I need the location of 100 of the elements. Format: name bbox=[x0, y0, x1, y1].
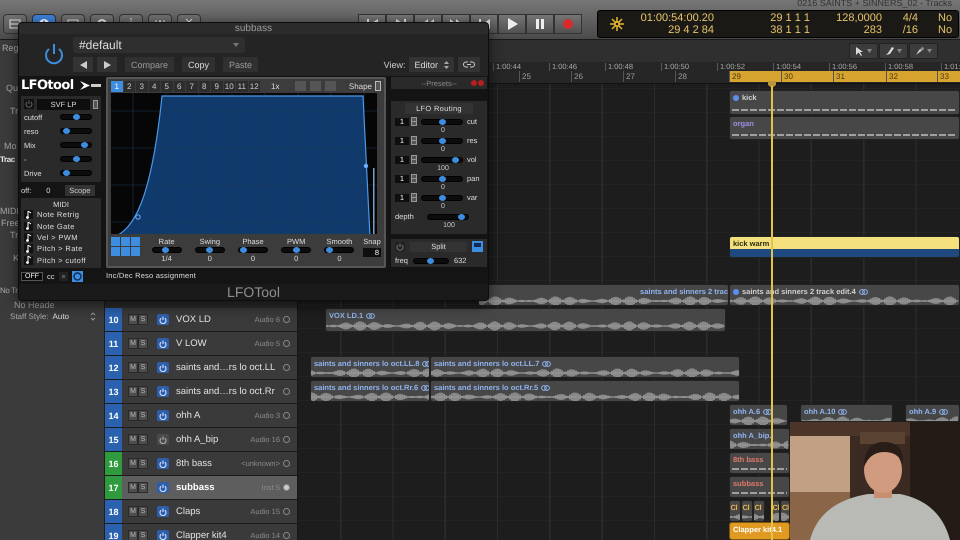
slider-thumb[interactable] bbox=[72, 114, 80, 120]
gear-icon[interactable] bbox=[610, 17, 624, 31]
midi-toggle[interactable] bbox=[24, 210, 33, 220]
slider-thumb[interactable] bbox=[438, 194, 446, 201]
next-button[interactable] bbox=[97, 57, 117, 72]
track-on-button[interactable] bbox=[157, 386, 169, 397]
tool-menu[interactable] bbox=[879, 43, 908, 59]
midi-toggle[interactable] bbox=[24, 233, 33, 242]
stepper-icon[interactable] bbox=[411, 136, 417, 146]
track-on-button[interactable] bbox=[157, 410, 169, 421]
slider-thumb[interactable] bbox=[458, 214, 465, 220]
slider[interactable] bbox=[427, 214, 469, 220]
slider-thumb[interactable] bbox=[438, 118, 446, 125]
previous-button[interactable] bbox=[73, 57, 93, 72]
slider[interactable] bbox=[412, 258, 449, 264]
slider-thumb[interactable] bbox=[427, 258, 434, 264]
slider[interactable] bbox=[60, 142, 92, 148]
staff-style-value[interactable]: Auto bbox=[52, 312, 90, 320]
graph-tab[interactable]: 7 bbox=[186, 80, 198, 92]
record-enable-icon[interactable] bbox=[283, 436, 290, 443]
slider-thumb[interactable] bbox=[63, 170, 70, 176]
split-view-icon[interactable] bbox=[472, 241, 483, 252]
link-button[interactable] bbox=[458, 57, 480, 72]
stepper-icon[interactable] bbox=[411, 117, 417, 126]
slider-thumb[interactable] bbox=[292, 247, 300, 254]
record-enable-icon[interactable] bbox=[283, 412, 290, 419]
graph-tab[interactable]: 10 bbox=[224, 80, 235, 92]
track-on-button[interactable] bbox=[157, 458, 169, 469]
stepper-icon[interactable] bbox=[90, 312, 96, 320]
slider-thumb[interactable] bbox=[240, 247, 248, 254]
track-on-button[interactable] bbox=[157, 530, 169, 540]
graph-tab[interactable]: 2 bbox=[124, 80, 135, 92]
slider[interactable] bbox=[60, 128, 92, 134]
circle-button-icon[interactable] bbox=[72, 271, 82, 282]
record-enable-icon[interactable] bbox=[283, 316, 290, 323]
slider[interactable] bbox=[194, 247, 225, 254]
cycle-area[interactable] bbox=[729, 71, 960, 82]
midi-toggle[interactable] bbox=[24, 222, 33, 231]
graph-tab[interactable]: 9 bbox=[211, 80, 222, 92]
view-dropdown[interactable]: Editor bbox=[409, 57, 454, 72]
transport-button[interactable] bbox=[498, 14, 526, 34]
graph-tab[interactable]: 12 bbox=[248, 80, 260, 92]
stepper-icon[interactable] bbox=[411, 174, 417, 184]
tool-menu[interactable] bbox=[909, 43, 938, 59]
stepper-icon[interactable] bbox=[411, 193, 417, 202]
slider[interactable] bbox=[60, 156, 92, 162]
record-enable-icon[interactable] bbox=[283, 340, 290, 347]
slider[interactable] bbox=[60, 170, 92, 176]
slider[interactable] bbox=[152, 247, 182, 254]
track-on-button[interactable] bbox=[157, 506, 169, 517]
square-icon[interactable] bbox=[58, 272, 68, 282]
slider-thumb[interactable] bbox=[438, 176, 446, 182]
slider-thumb[interactable] bbox=[162, 247, 170, 254]
graph-tab[interactable]: 6 bbox=[174, 80, 185, 92]
slider-thumb[interactable] bbox=[80, 142, 88, 148]
slider[interactable] bbox=[421, 156, 463, 163]
stepper-icon[interactable] bbox=[375, 81, 381, 92]
record-enable-icon[interactable] bbox=[283, 508, 290, 515]
slider[interactable] bbox=[281, 247, 312, 254]
slider[interactable] bbox=[60, 114, 92, 120]
track-on-button[interactable] bbox=[157, 434, 169, 445]
slider-thumb[interactable] bbox=[326, 247, 334, 254]
midi-toggle[interactable] bbox=[24, 256, 33, 265]
dot-icon[interactable] bbox=[471, 80, 477, 86]
record-enable-icon[interactable] bbox=[283, 364, 290, 371]
stepper-icon[interactable] bbox=[411, 155, 417, 164]
lfo-shape-drawing[interactable] bbox=[111, 92, 377, 234]
slider-thumb[interactable] bbox=[438, 138, 446, 144]
zoom-label[interactable]: 1x bbox=[271, 82, 291, 91]
record-enable-icon[interactable] bbox=[283, 532, 290, 539]
track-on-button[interactable] bbox=[157, 314, 169, 325]
header-button[interactable]: Copy bbox=[182, 57, 216, 72]
graph-tab[interactable]: 11 bbox=[236, 80, 248, 92]
dot-icon[interactable] bbox=[478, 80, 484, 86]
preset-field[interactable]: #default bbox=[73, 37, 245, 54]
tool-menu[interactable] bbox=[849, 43, 878, 59]
header-button[interactable]: Paste bbox=[223, 57, 258, 72]
header-button[interactable]: Compare bbox=[125, 57, 174, 72]
slider[interactable] bbox=[324, 247, 354, 254]
record-enable-icon[interactable] bbox=[283, 388, 290, 395]
midi-toggle[interactable] bbox=[24, 244, 33, 254]
track-on-button[interactable] bbox=[157, 362, 169, 373]
power-icon[interactable] bbox=[395, 242, 405, 252]
record-enable-icon[interactable] bbox=[283, 460, 290, 467]
graph-tab[interactable]: 1 bbox=[111, 80, 122, 92]
graph-tab[interactable]: 8 bbox=[198, 80, 210, 92]
slider[interactable] bbox=[421, 138, 463, 144]
slider-thumb[interactable] bbox=[63, 128, 70, 134]
graph-tab[interactable]: 3 bbox=[136, 80, 148, 92]
transport-button[interactable] bbox=[526, 14, 554, 34]
slider[interactable] bbox=[421, 118, 463, 125]
stepper-icon[interactable] bbox=[93, 100, 98, 109]
slider[interactable] bbox=[238, 247, 268, 254]
slider-thumb[interactable] bbox=[72, 156, 80, 162]
slider-thumb[interactable] bbox=[452, 156, 459, 163]
track-on-button[interactable] bbox=[157, 482, 169, 493]
graph-tab[interactable]: 5 bbox=[161, 80, 172, 92]
graph-tab[interactable]: 4 bbox=[148, 80, 160, 92]
slider[interactable] bbox=[421, 176, 463, 182]
record-enable-icon[interactable] bbox=[283, 484, 290, 491]
